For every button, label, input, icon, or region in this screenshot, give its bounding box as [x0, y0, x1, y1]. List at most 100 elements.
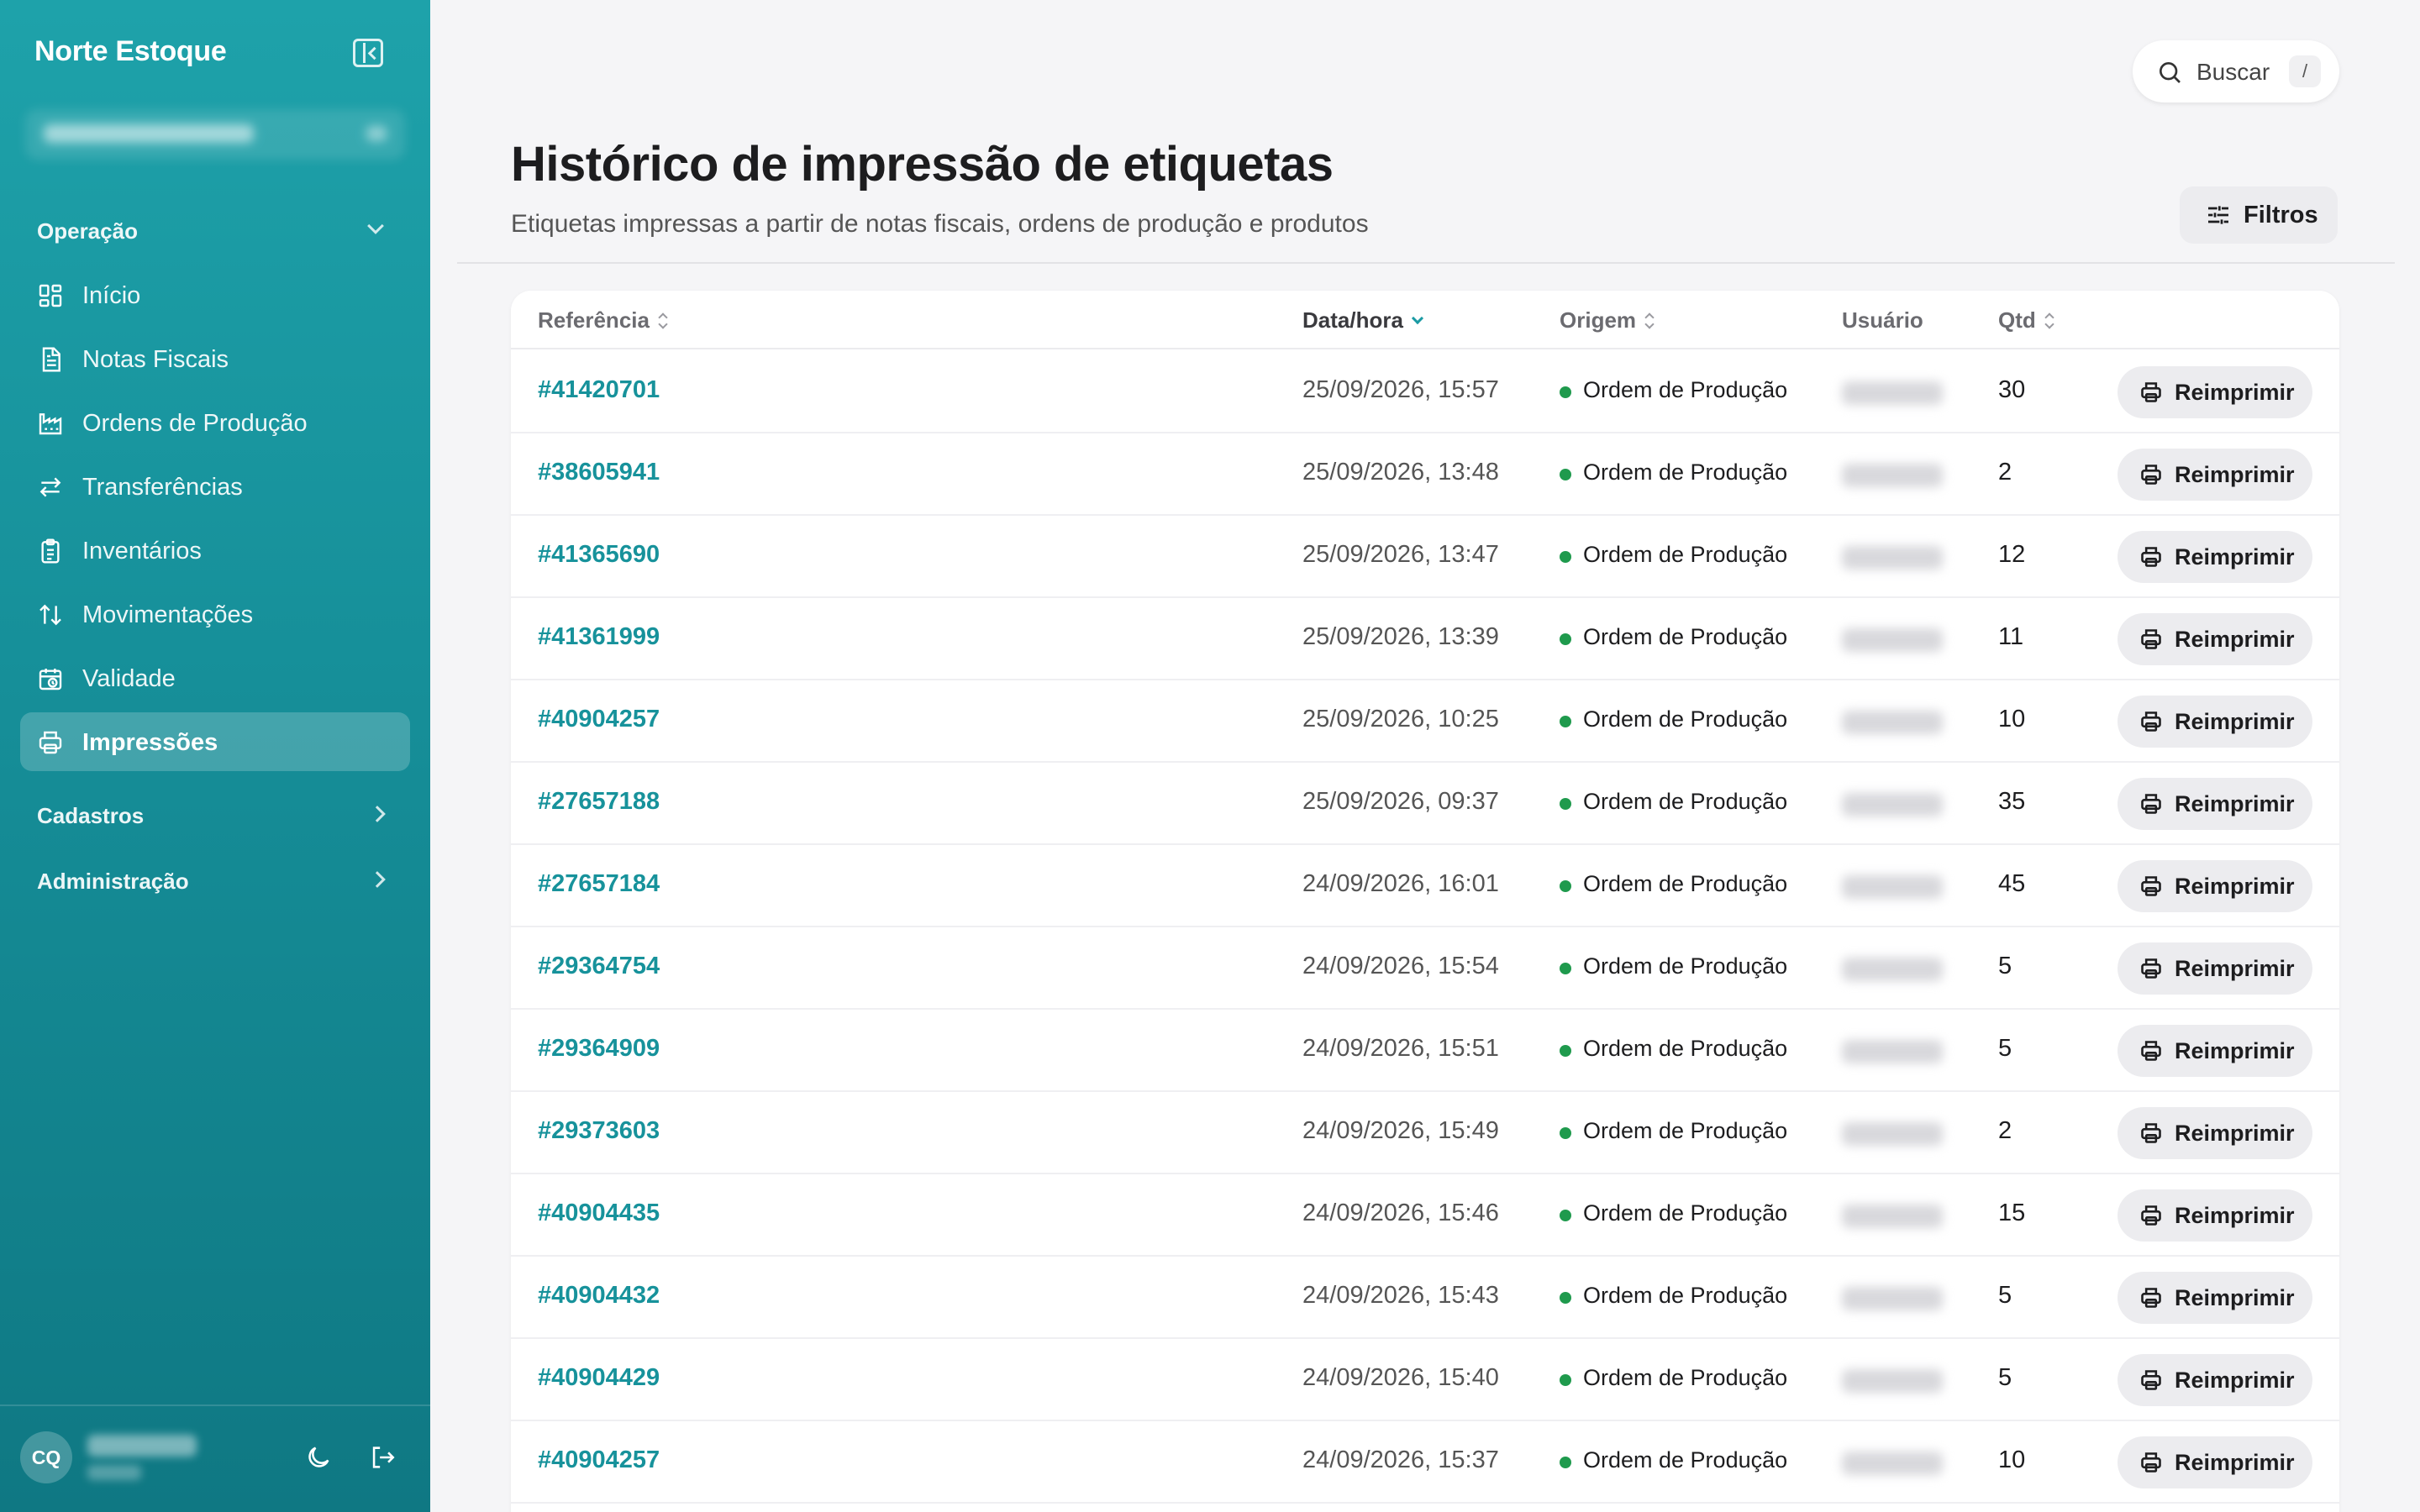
user-cell-redacted: [1842, 464, 1943, 487]
chevron-right-icon[interactable]: [369, 871, 386, 888]
quantity-cell: 15: [1998, 1200, 2026, 1226]
reprint-button[interactable]: Reimprimir: [2118, 1025, 2312, 1077]
chevron-down-icon: [366, 126, 387, 141]
sidebar-item-movimentacoes[interactable]: Movimentações: [20, 585, 410, 643]
quantity-cell: 2: [1998, 459, 2012, 486]
reprint-button[interactable]: Reimprimir: [2118, 1436, 2312, 1488]
sidebar-item-inventarios[interactable]: Inventários: [20, 521, 410, 580]
filters-button[interactable]: Filtros: [2180, 186, 2338, 244]
organization-name-redacted: [44, 124, 254, 143]
table-body: #41420701 25/09/2026, 15:57 Ordem de Produ…: [511, 351, 2339, 1504]
status-dot-icon: [1560, 551, 1571, 563]
status-dot-icon: [1560, 1210, 1571, 1221]
reprint-label: Reimprimir: [2175, 956, 2295, 981]
search-label: Buscar: [2196, 59, 2270, 85]
column-header-origem[interactable]: Origem: [1560, 307, 1655, 333]
chevron-down-icon[interactable]: [367, 218, 384, 234]
reprint-button[interactable]: Reimprimir: [2118, 613, 2312, 665]
status-dot-icon: [1560, 1045, 1571, 1057]
reference-link[interactable]: #27657184: [538, 870, 660, 898]
column-header-referencia[interactable]: Referência: [538, 307, 668, 333]
sidebar-item-ordens-de-producao[interactable]: Ordens de Produção: [20, 393, 410, 452]
sidebar-collapse-icon[interactable]: [353, 39, 383, 67]
reference-link[interactable]: #40904429: [538, 1364, 660, 1392]
user-cell-redacted: [1842, 711, 1943, 734]
datetime-cell: 24/09/2026, 16:01: [1302, 870, 1499, 897]
document-icon: [42, 347, 60, 372]
reference-link[interactable]: #40904257: [538, 1446, 660, 1474]
status-dot-icon: [1560, 1292, 1571, 1304]
origin-cell: Ordem de Produção: [1583, 1447, 1788, 1473]
quantity-cell: 10: [1998, 706, 2026, 732]
table-row: #41420701 25/09/2026, 15:57 Ordem de Produ…: [511, 351, 2339, 433]
chevron-right-icon[interactable]: [369, 806, 386, 822]
column-header-qtd[interactable]: Qtd: [1998, 307, 2054, 333]
sidebar-item-label: Inventários: [82, 538, 202, 564]
sidebar-item-impressoes[interactable]: Impressões: [20, 712, 410, 771]
origin-cell: Ordem de Produção: [1583, 706, 1788, 732]
reprint-button[interactable]: Reimprimir: [2118, 942, 2312, 995]
user-cell-redacted: [1842, 628, 1943, 652]
sidebar-item-notas-fiscais[interactable]: Notas Fiscais: [20, 329, 410, 388]
sidebar-item-validade[interactable]: Validade: [20, 648, 410, 707]
section-cadastros[interactable]: Cadastros: [37, 803, 144, 829]
status-dot-icon: [1560, 633, 1571, 645]
reference-link[interactable]: #29364909: [538, 1035, 660, 1063]
printer-icon: [39, 731, 62, 754]
avatar[interactable]: CQ: [20, 1431, 72, 1483]
column-header-data-hora[interactable]: Data/hora: [1302, 307, 1423, 333]
reprint-button[interactable]: Reimprimir: [2118, 366, 2312, 418]
reference-link[interactable]: #29373603: [538, 1117, 660, 1145]
reprint-button[interactable]: Reimprimir: [2118, 778, 2312, 830]
search-button[interactable]: Buscar /: [2133, 40, 2339, 102]
logout-icon[interactable]: [368, 1443, 397, 1472]
reference-link[interactable]: #41361999: [538, 623, 660, 651]
reference-link[interactable]: #40904257: [538, 706, 660, 733]
sidebar-item-inicio[interactable]: Início: [20, 265, 410, 324]
printer-icon: [2139, 1121, 2163, 1145]
sidebar-item-transferencias[interactable]: Transferências: [20, 457, 410, 516]
section-administracao[interactable]: Administração: [37, 869, 189, 895]
column-label: Data/hora: [1302, 307, 1403, 333]
reprint-button[interactable]: Reimprimir: [2118, 531, 2312, 583]
datetime-cell: 25/09/2026, 13:39: [1302, 623, 1499, 650]
sidebar-item-label: Movimentações: [82, 601, 254, 628]
reprint-label: Reimprimir: [2175, 874, 2295, 899]
user-cell-redacted: [1842, 381, 1943, 405]
datetime-cell: 24/09/2026, 15:54: [1302, 953, 1499, 979]
table-row: #29364754 24/09/2026, 15:54 Ordem de Produ…: [511, 927, 2339, 1010]
printer-icon: [2139, 1204, 2163, 1227]
origin-cell: Ordem de Produção: [1583, 789, 1788, 814]
reprint-button[interactable]: Reimprimir: [2118, 696, 2312, 748]
reprint-button[interactable]: Reimprimir: [2118, 860, 2312, 912]
origin-cell: Ordem de Produção: [1583, 1036, 1788, 1061]
reference-link[interactable]: #27657188: [538, 788, 660, 816]
table-row: #29373603 24/09/2026, 15:49 Ordem de Produ…: [511, 1092, 2339, 1174]
reprint-button[interactable]: Reimprimir: [2118, 1107, 2312, 1159]
reference-link[interactable]: #41365690: [538, 541, 660, 569]
reprint-button[interactable]: Reimprimir: [2118, 1354, 2312, 1406]
reprint-button[interactable]: Reimprimir: [2118, 1189, 2312, 1242]
user-cell-redacted: [1842, 1452, 1943, 1475]
reprint-button[interactable]: Reimprimir: [2118, 1272, 2312, 1324]
section-operacao[interactable]: Operação: [37, 218, 138, 244]
reference-link[interactable]: #29364754: [538, 953, 660, 980]
organization-select[interactable]: [25, 109, 405, 160]
reference-link[interactable]: #41420701: [538, 376, 660, 404]
table-row: #40904257 25/09/2026, 10:25 Ordem de Produ…: [511, 680, 2339, 763]
table-row: #29364909 24/09/2026, 15:51 Ordem de Produ…: [511, 1010, 2339, 1092]
printer-icon: [2139, 792, 2163, 816]
datetime-cell: 24/09/2026, 15:43: [1302, 1282, 1499, 1309]
reference-link[interactable]: #38605941: [538, 459, 660, 486]
user-cell-redacted: [1842, 1369, 1943, 1393]
sidebar-item-label: Notas Fiscais: [82, 346, 229, 373]
origin-cell: Ordem de Produção: [1583, 1200, 1788, 1226]
reference-link[interactable]: #40904435: [538, 1200, 660, 1227]
quantity-cell: 10: [1998, 1446, 2026, 1473]
status-dot-icon: [1560, 1457, 1571, 1468]
reference-link[interactable]: #40904432: [538, 1282, 660, 1310]
moon-icon[interactable]: [304, 1443, 333, 1472]
printer-icon: [2139, 463, 2163, 486]
origin-cell: Ordem de Produção: [1583, 871, 1788, 896]
reprint-button[interactable]: Reimprimir: [2118, 449, 2312, 501]
